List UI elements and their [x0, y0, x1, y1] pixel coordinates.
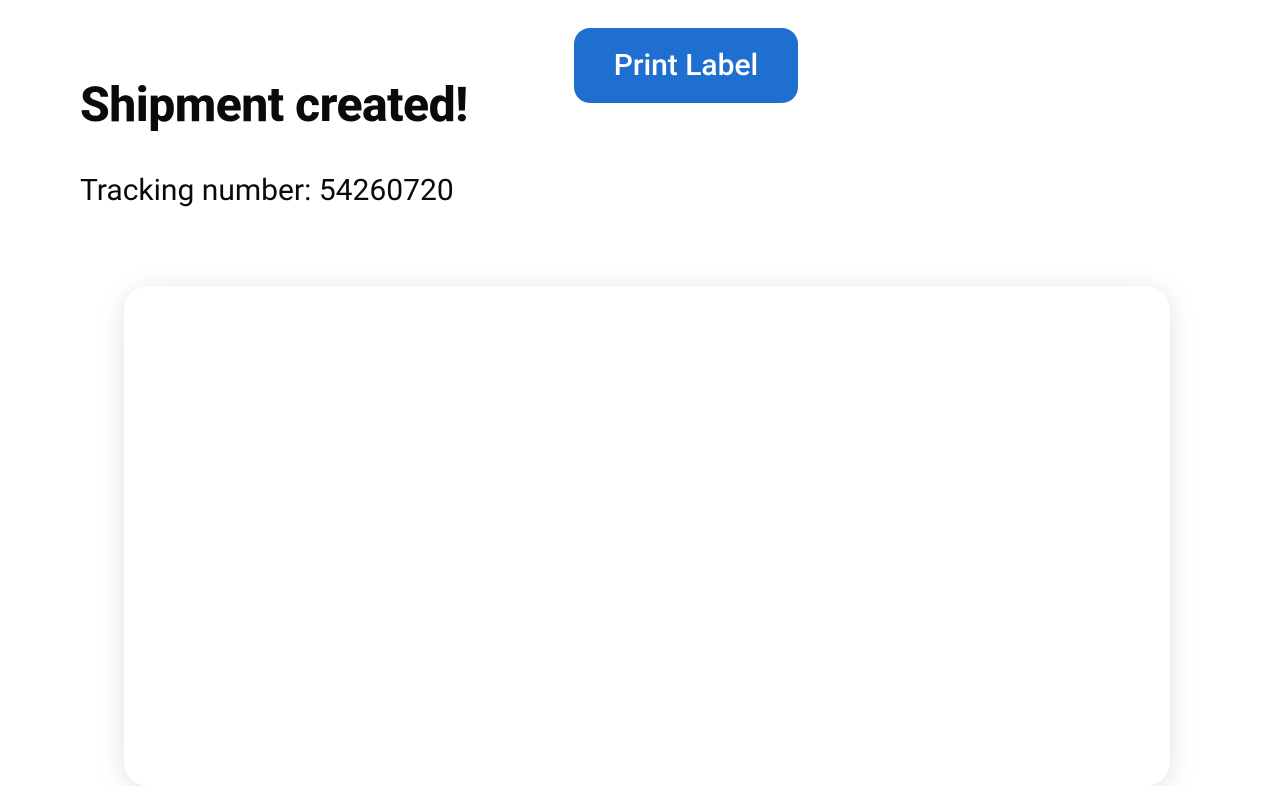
tracking-number-label: Tracking number: — [80, 173, 311, 208]
tracking-number-row: Tracking number: 54260720 — [80, 173, 1200, 208]
label-preview-card — [124, 286, 1170, 786]
page-title: Shipment created! — [80, 76, 468, 133]
tracking-number-value: 54260720 — [319, 173, 454, 208]
print-label-button[interactable]: Print Label — [574, 28, 799, 103]
shipment-confirmation-container: Shipment created! Print Label Tracking n… — [0, 0, 1280, 786]
header-row: Shipment created! Print Label — [80, 0, 1200, 133]
